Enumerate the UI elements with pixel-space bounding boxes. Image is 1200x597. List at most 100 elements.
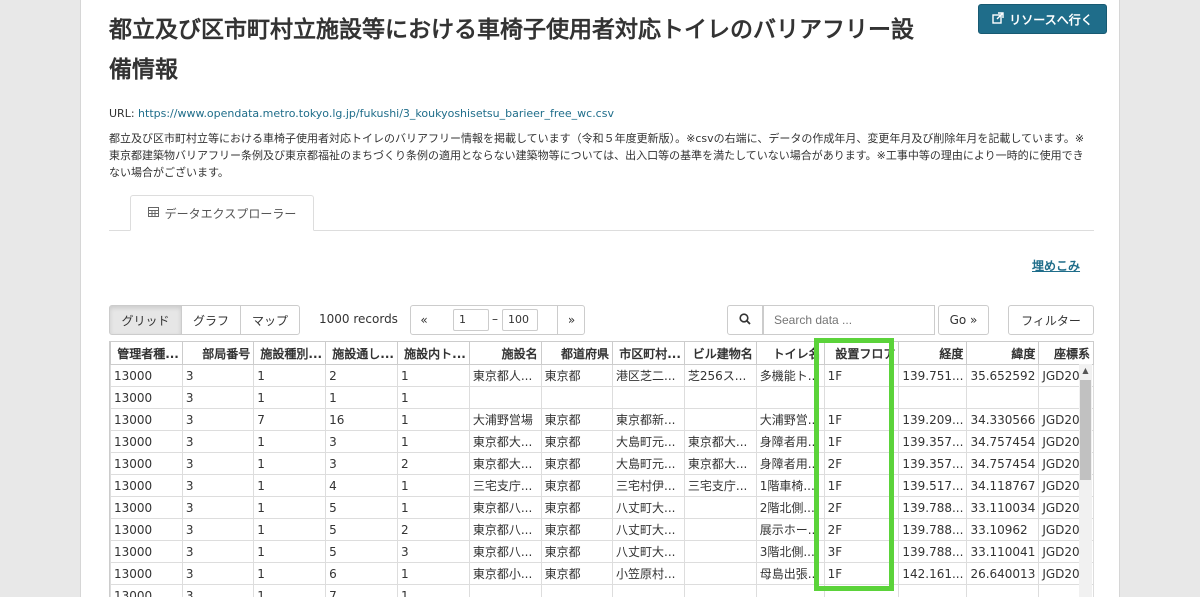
column-header[interactable]: トイレ名: [755, 341, 825, 365]
column-header[interactable]: 施設種別...: [253, 341, 327, 365]
column-header[interactable]: 市区町村...: [612, 341, 685, 365]
table-cell: 1: [396, 474, 470, 497]
table-cell: 139.517...: [898, 474, 968, 497]
table-cell: 139.209...: [898, 408, 968, 431]
table-cell: 6: [325, 562, 398, 585]
table-cell: 三宅支庁...: [468, 474, 542, 497]
table-cell: 16: [325, 408, 398, 431]
table-cell: 1: [253, 386, 327, 409]
table-cell: 34.330566: [966, 408, 1040, 431]
dataset-description: 都立及び区市町村立等における車椅子使用者対応トイレのバリアフリー情報を掲載してい…: [109, 132, 1096, 179]
resource-url-link[interactable]: https://www.opendata.metro.tokyo.lg.jp/f…: [138, 107, 614, 120]
table-cell: 2: [325, 364, 398, 387]
page-from-input[interactable]: 1: [453, 309, 489, 331]
table-cell: 3: [181, 386, 255, 409]
table-cell: 1: [253, 562, 327, 585]
search-button[interactable]: [727, 305, 763, 335]
table-cell: 2階北側...: [755, 496, 825, 519]
table-cell: [468, 584, 542, 597]
prev-page-button[interactable]: «: [410, 305, 438, 335]
table-cell: 3: [396, 540, 470, 563]
go-to-resource-label: リソースへ行く: [1009, 12, 1093, 27]
table-cell: [683, 408, 757, 431]
dataset-page: 都立及び区市町村立施設等における車椅子使用者対応トイレのバリアフリー設備情報 リ…: [80, 0, 1120, 597]
table-cell: 139.357...: [898, 452, 968, 475]
table-cell: [966, 584, 1040, 597]
table-cell: 13000: [110, 430, 183, 453]
table-row[interactable]: 13000 3 1 3 1 東京都大... 東京都 大島町元... 東京都大... 身障者用...…: [110, 430, 1094, 453]
table-row[interactable]: 13000 3 1 6 1 東京都小... 東京都 小笠原村... 母島出張... 1F 142.1…: [110, 562, 1094, 585]
grid-scrollbar[interactable]: ▲: [1079, 364, 1092, 597]
column-header[interactable]: 施設名: [468, 341, 542, 365]
graph-view-button[interactable]: グラフ: [181, 305, 241, 335]
table-cell: 1: [396, 562, 470, 585]
table-cell: 東京都八...: [468, 496, 542, 519]
page-title: 都立及び区市町村立施設等における車椅子使用者対応トイレのバリアフリー設備情報: [109, 17, 914, 83]
embed-link[interactable]: 埋めこみ: [1032, 257, 1080, 274]
table-cell: [755, 584, 825, 597]
column-header[interactable]: 施設内ト...: [396, 341, 470, 365]
table-cell: 1: [253, 496, 327, 519]
column-header[interactable]: ビル建物名: [683, 341, 757, 365]
table-row[interactable]: 13000 3 1 3 2 東京都大... 東京都 大島町元... 東京都大... 身障者用...…: [110, 452, 1094, 475]
table-cell: 大浦野営...: [755, 408, 825, 431]
table-cell: 1: [253, 430, 327, 453]
table-row[interactable]: 13000 3 1 2 1 東京都人... 東京都 港区芝二... 芝256ス... 多機能ト..…: [110, 364, 1094, 387]
table-cell: 33.110034: [966, 496, 1040, 519]
table-cell: 東京都: [540, 452, 614, 475]
table-cell: 東京都小...: [468, 562, 542, 585]
table-cell: [823, 386, 900, 409]
table-row[interactable]: 13000 3 7 16 1 大浦野営場 東京都 東京都新... 大浦野営... 1F 139.20…: [110, 408, 1094, 431]
tab-data-explorer-label: データエクスプローラー: [164, 206, 297, 221]
table-cell: 1: [253, 584, 327, 597]
scrollbar-thumb[interactable]: [1080, 380, 1091, 480]
table-cell: 2F: [823, 452, 900, 475]
table-cell: 3: [181, 408, 255, 431]
grid-view-button[interactable]: グリッド: [109, 305, 182, 335]
table-cell: 東京都人...: [468, 364, 542, 387]
table-cell: 港区芝二...: [612, 364, 685, 387]
table-cell: 3: [181, 540, 255, 563]
column-header[interactable]: 施設通し...: [325, 341, 398, 365]
table-row[interactable]: 13000 3 1 4 1 三宅支庁... 東京都 三宅村伊... 三宅支庁... 1階車椅...…: [110, 474, 1094, 497]
tab-data-explorer[interactable]: データエクスプローラー: [130, 195, 314, 231]
table-cell: 4: [325, 474, 398, 497]
table-cell: 身障者用...: [755, 430, 825, 453]
table-cell: 1: [253, 518, 327, 541]
table-cell: 東京都大...: [683, 452, 757, 475]
page-to-input[interactable]: 100: [502, 309, 538, 331]
filter-button[interactable]: フィルター: [1008, 305, 1094, 335]
page-range-dash: –: [492, 312, 498, 326]
table-row[interactable]: 13000 3 1 5 1 東京都八... 東京都 八丈町大... 2階北側... 2F 139.7…: [110, 496, 1094, 519]
next-page-button[interactable]: »: [557, 305, 585, 335]
table-row[interactable]: 13000 3 1 5 3 東京都八... 東京都 八丈町大... 3階北側... 3F 139.7…: [110, 540, 1094, 563]
table-cell: 八丈町大...: [612, 496, 685, 519]
table-cell: 1: [396, 386, 470, 409]
table-cell: 2: [396, 518, 470, 541]
column-header[interactable]: 緯度: [966, 341, 1040, 365]
table-cell: 13000: [110, 496, 183, 519]
search-input[interactable]: [763, 305, 935, 335]
search-go-button[interactable]: Go »: [938, 305, 989, 335]
column-header[interactable]: 設置フロア: [823, 341, 900, 365]
map-view-button[interactable]: マップ: [240, 305, 300, 335]
column-header[interactable]: 座標系: [1038, 341, 1094, 365]
search-icon: [739, 312, 751, 328]
table-cell: 33.110041: [966, 540, 1040, 563]
table-row[interactable]: 13000 3 1 5 2 東京都八... 東京都 八丈町大... 展示ホー... 2F 139.7…: [110, 518, 1094, 541]
table-cell: 東京都大...: [683, 430, 757, 453]
go-to-resource-button[interactable]: リソースへ行く: [978, 4, 1107, 34]
column-header[interactable]: 経度: [898, 341, 968, 365]
table-cell: 3: [181, 364, 255, 387]
table-cell: 3: [181, 562, 255, 585]
scroll-up-arrow-icon[interactable]: ▲: [1079, 364, 1092, 378]
column-header[interactable]: 都道府県: [540, 341, 614, 365]
table-cell: [823, 584, 900, 597]
table-row[interactable]: 13000 3 1 7 1: [110, 584, 1094, 597]
table-row[interactable]: 13000 3 1 1 1: [110, 386, 1094, 409]
table-cell: 34.757454: [966, 430, 1040, 453]
column-header[interactable]: 管理者種...: [110, 341, 183, 365]
table-cell: 東京都: [540, 518, 614, 541]
table-cell: 1: [396, 496, 470, 519]
column-header[interactable]: 部局番号: [181, 341, 255, 365]
